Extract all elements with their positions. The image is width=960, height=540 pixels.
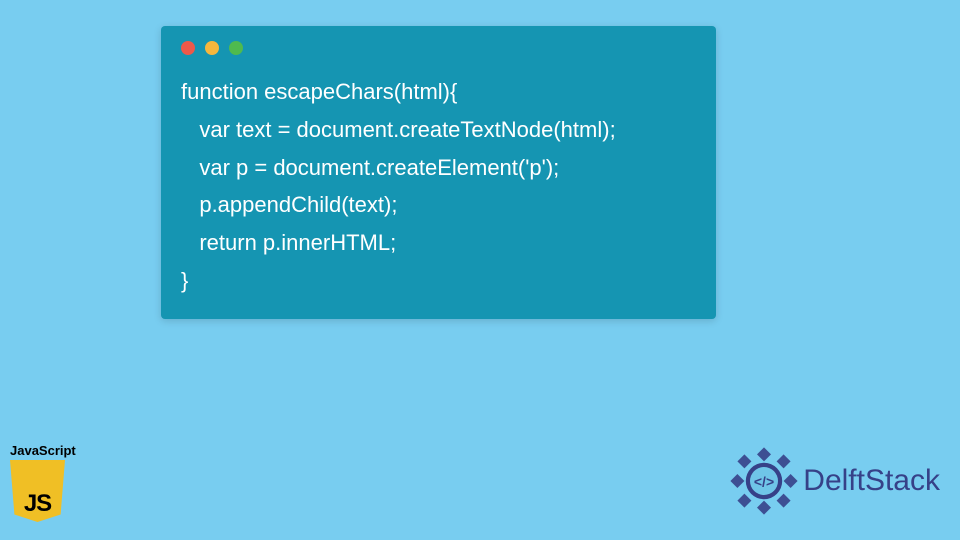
javascript-logo-text: JS (24, 490, 51, 518)
svg-text:</>: </> (754, 474, 774, 490)
window-controls (161, 26, 716, 55)
code-line: p.appendChild(text); (181, 192, 397, 217)
javascript-logo-icon: JS (10, 460, 65, 522)
maximize-icon (229, 41, 243, 55)
code-line: var p = document.createElement('p'); (181, 155, 559, 180)
javascript-badge: JavaScript JS (10, 443, 80, 522)
code-line: } (181, 268, 188, 293)
code-window: function escapeChars(html){ var text = d… (161, 26, 716, 319)
minimize-icon (205, 41, 219, 55)
code-line: function escapeChars(html){ (181, 79, 457, 104)
code-block: function escapeChars(html){ var text = d… (161, 55, 716, 300)
delftstack-brand: </> DelftStack (729, 446, 940, 516)
javascript-label: JavaScript (10, 443, 80, 458)
delftstack-logo-icon: </> (729, 446, 799, 516)
delftstack-name: DelftStack (803, 464, 940, 498)
code-line: return p.innerHTML; (181, 230, 396, 255)
close-icon (181, 41, 195, 55)
code-line: var text = document.createTextNode(html)… (181, 117, 616, 142)
